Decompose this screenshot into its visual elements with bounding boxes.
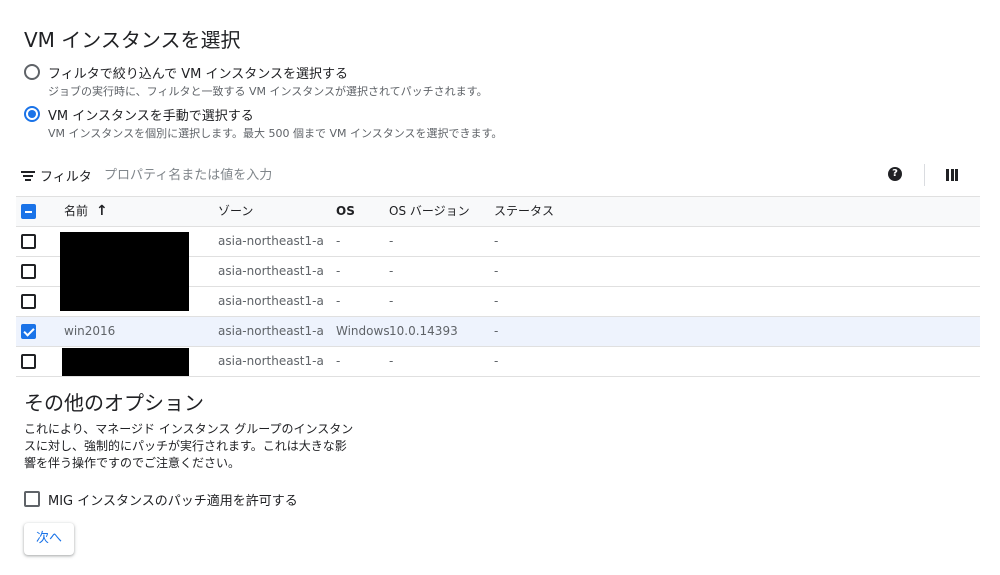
instance-name-cell: win2016 [64,324,116,338]
filter-bar: フィルタ ? [16,160,980,190]
column-header-name[interactable]: 名前 ↑ [64,197,108,226]
table-row[interactable]: win2016 asia-northeast1-a Windows 10.0.1… [16,317,980,347]
zone-cell: asia-northeast1-a [218,324,324,338]
vm-instance-table: 名前 ↑ ゾーン OS OS バージョン ステータス asia-northeast… [16,196,980,377]
os-cell: Windows [336,324,390,338]
table-row[interactable]: asia-northeast1-a - - - [16,227,980,257]
redacted-instance-name [60,287,189,311]
os-version-cell: - [389,264,394,278]
filter-icon[interactable] [21,171,35,181]
os-cell: - [336,234,341,248]
radio-filter-select[interactable] [24,64,40,80]
row-checkbox[interactable] [21,264,36,279]
radio-manual-select[interactable] [24,106,40,122]
os-cell: - [336,354,341,368]
column-header-os[interactable]: OS [336,197,355,226]
os-version-cell: - [389,354,394,368]
filter-label[interactable]: フィルタ [40,166,92,185]
status-cell: - [494,294,499,308]
row-checkbox[interactable] [21,324,36,339]
status-cell: - [494,234,499,248]
select-all-checkbox[interactable] [21,204,36,219]
toolbar-divider [924,164,925,186]
redacted-instance-name [60,232,189,257]
column-header-status[interactable]: ステータス [494,197,554,226]
radio-filter-description: ジョブの実行時に、フィルタと一致する VM インスタンスが選択されてパッチされま… [48,85,488,98]
page-title: VM インスタンスを選択 [24,28,241,52]
zone-cell: asia-northeast1-a [218,294,324,308]
os-cell: - [336,294,341,308]
status-cell: - [494,354,499,368]
table-row[interactable]: asia-northeast1-a - - - [16,287,980,317]
other-options-description: これにより、マネージド インスタンス グループのインスタンスに対し、強制的にパッ… [24,422,354,470]
zone-cell: asia-northeast1-a [218,354,324,368]
column-header-zone[interactable]: ゾーン [218,197,253,226]
os-version-cell: - [389,234,394,248]
row-checkbox[interactable] [21,234,36,249]
radio-manual-description: VM インスタンスを個別に選択します。最大 500 個まで VM インスタンスを… [48,127,503,140]
other-options-title: その他のオプション [24,391,204,415]
redacted-instance-name [60,257,189,287]
help-icon[interactable]: ? [888,167,902,181]
mig-patch-label[interactable]: MIG インスタンスのパッチ適用を許可する [48,490,298,509]
status-cell: - [494,264,499,278]
column-display-options-icon[interactable] [946,169,958,181]
sort-ascending-icon[interactable]: ↑ [96,197,108,226]
os-version-cell: 10.0.14393 [389,324,458,338]
filter-input[interactable] [104,164,664,186]
row-checkbox[interactable] [21,294,36,309]
table-header-row: 名前 ↑ ゾーン OS OS バージョン ステータス [16,197,980,227]
table-row[interactable]: asia-northeast1-a - - - [16,257,980,287]
status-cell: - [494,324,499,338]
os-cell: - [336,264,341,278]
table-row[interactable]: asia-northeast1-a - - - [16,347,980,377]
zone-cell: asia-northeast1-a [218,264,324,278]
column-header-os-version[interactable]: OS バージョン [389,197,470,226]
zone-cell: asia-northeast1-a [218,234,324,248]
row-checkbox[interactable] [21,354,36,369]
next-button[interactable]: 次へ [24,523,74,555]
radio-filter-label[interactable]: フィルタで絞り込んで VM インスタンスを選択する [48,63,348,82]
os-version-cell: - [389,294,394,308]
mig-patch-checkbox[interactable] [24,491,40,507]
radio-manual-label[interactable]: VM インスタンスを手動で選択する [48,105,254,124]
redacted-instance-name [62,348,189,376]
